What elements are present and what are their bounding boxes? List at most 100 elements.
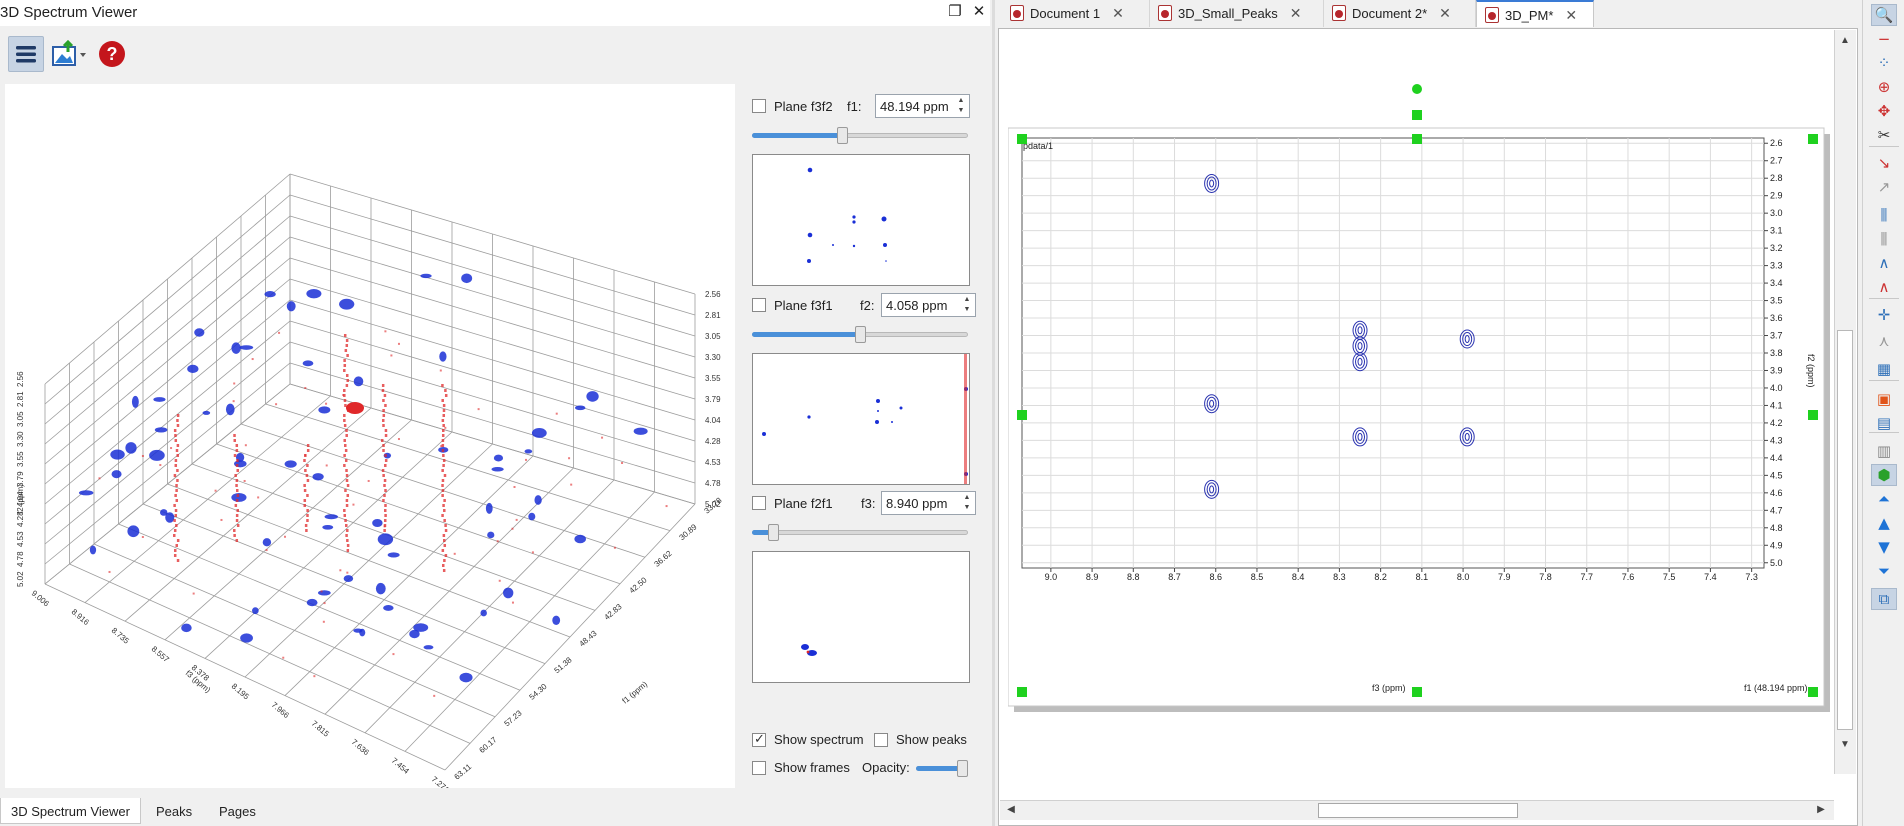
multiplet-tool-button[interactable]: ⫼ bbox=[1871, 204, 1897, 226]
close-tab-icon[interactable]: ✕ bbox=[1290, 6, 1302, 20]
show-peaks-option[interactable]: Show peaks bbox=[874, 732, 967, 747]
show-spectrum-option[interactable]: Show spectrum bbox=[752, 731, 864, 747]
baseline-tool-button[interactable]: ∧ bbox=[1871, 276, 1897, 298]
show-spectrum-checkbox[interactable] bbox=[752, 731, 766, 747]
crosshair-tool-button[interactable]: ✛ bbox=[1871, 304, 1897, 326]
plane-f2f1-checkbox[interactable] bbox=[752, 496, 766, 510]
slider-thumb[interactable] bbox=[957, 760, 968, 777]
peak-3d-streak bbox=[344, 349, 348, 352]
pan-tool-button[interactable]: ✥ bbox=[1871, 100, 1897, 122]
first-plane-tool-button[interactable]: ⏶ bbox=[1871, 488, 1897, 510]
vertical-scrollbar[interactable]: ▲ ▼ bbox=[1834, 30, 1856, 774]
spin-arrows-icon[interactable]: ▲ ▼ bbox=[961, 295, 973, 315]
zoom-in-tool-button[interactable]: 🔍 bbox=[1871, 4, 1897, 26]
peak-3d-streak bbox=[233, 534, 236, 537]
peak-3d-streak bbox=[305, 529, 308, 532]
peak-3d-streak bbox=[235, 479, 239, 482]
y-tick-label: 2.81 bbox=[705, 311, 721, 320]
f2-slider[interactable] bbox=[752, 326, 968, 343]
next-plane-tool-button[interactable]: ▼ bbox=[1871, 536, 1897, 558]
float-icon[interactable]: ❐ bbox=[946, 2, 964, 22]
f2-spinbox[interactable]: 4.058 ppm ▲ ▼ bbox=[881, 293, 976, 317]
fit-tool-button[interactable]: ⊕ bbox=[1871, 76, 1897, 98]
show-frames-checkbox[interactable] bbox=[752, 760, 766, 775]
peak-3d-streak bbox=[343, 399, 347, 402]
doc-tab-document-1[interactable]: Document 1 ✕ bbox=[1002, 0, 1150, 27]
sync-tool-button[interactable]: ⧉ bbox=[1871, 588, 1897, 610]
slider-thumb[interactable] bbox=[768, 524, 779, 541]
y-tick-label: 3.55 bbox=[705, 374, 721, 383]
toolbar-separator bbox=[1869, 380, 1899, 381]
x-tick-label: 7.7 bbox=[1580, 572, 1593, 582]
peak-pick-tool-button[interactable]: ↘ bbox=[1871, 152, 1897, 174]
peak-edit-tool-button[interactable]: ↗ bbox=[1871, 176, 1897, 198]
f3-slider[interactable] bbox=[752, 524, 968, 541]
scroll-down-icon[interactable]: ▼ bbox=[1836, 736, 1854, 754]
projection-tool-button[interactable]: ▤ bbox=[1871, 412, 1897, 434]
tab-3d-spectrum-viewer[interactable]: 3D Spectrum Viewer bbox=[0, 798, 141, 824]
horizontal-scrollbar[interactable]: ◀ ▶ bbox=[1000, 800, 1834, 820]
prev-plane-tool-button[interactable]: ▲ bbox=[1871, 512, 1897, 534]
vertical-scroll-thumb[interactable] bbox=[1837, 330, 1853, 730]
peak-3d-streak bbox=[235, 539, 239, 542]
peak-3d-streak bbox=[173, 504, 176, 507]
peak-3d-dot bbox=[511, 601, 514, 604]
peak-3d-dot bbox=[159, 464, 162, 467]
close-tab-icon[interactable]: ✕ bbox=[1565, 8, 1577, 22]
spin-arrows-icon[interactable]: ▲ ▼ bbox=[955, 96, 967, 116]
last-plane-icon: ⏷ bbox=[1877, 562, 1890, 580]
close-icon[interactable]: ✕ bbox=[970, 2, 988, 22]
contour-tool-button[interactable]: ▣ bbox=[1871, 388, 1897, 410]
close-tab-icon[interactable]: ✕ bbox=[1439, 6, 1451, 20]
3d-plot-canvas[interactable]: 2.56 2.81 3.05 3.30 3.55 3.79 4.04 4.28 4.53 4.78… bbox=[5, 84, 735, 788]
tab-peaks[interactable]: Peaks bbox=[146, 798, 202, 824]
plane-f3f1-checkbox[interactable] bbox=[752, 298, 766, 312]
y-tick-label: 3.2 bbox=[1770, 243, 1783, 253]
export-image-button[interactable] bbox=[48, 36, 90, 72]
help-button[interactable]: ? bbox=[94, 36, 130, 72]
scroll-right-icon[interactable]: ▶ bbox=[1812, 801, 1830, 819]
peak-3d-blob bbox=[423, 645, 434, 650]
horizontal-scroll-thumb[interactable] bbox=[1318, 803, 1518, 818]
peak-3d-streak bbox=[233, 434, 236, 437]
dock-titlebar: 3D Spectrum Viewer ❐ ✕ bbox=[0, 0, 990, 26]
spin-arrows-icon[interactable]: ▲ ▼ bbox=[961, 493, 973, 513]
zoom-out-tool-button[interactable]: − bbox=[1871, 28, 1897, 50]
opacity-slider[interactable] bbox=[916, 760, 968, 777]
close-tab-icon[interactable]: ✕ bbox=[1112, 6, 1124, 20]
doc-tab-document-2[interactable]: Document 2* ✕ bbox=[1324, 0, 1476, 27]
f3-spinbox[interactable]: 8.940 ppm ▲ ▼ bbox=[881, 491, 976, 515]
f1-spinbox[interactable]: 48.194 ppm ▲ ▼ bbox=[875, 94, 970, 118]
dock-splitter[interactable] bbox=[992, 0, 995, 826]
y-tick-label: 4.6 bbox=[1770, 488, 1783, 498]
bottom-tab-bar: 3D Spectrum Viewer Peaks Pages bbox=[0, 798, 990, 826]
menu-button[interactable] bbox=[8, 36, 44, 72]
plane-f3f2-checkbox[interactable] bbox=[752, 99, 766, 113]
zoom-region-icon: ⁘ bbox=[1877, 54, 1891, 72]
peak-3d-streak bbox=[236, 509, 239, 512]
zoom-region-tool-button[interactable]: ⁘ bbox=[1871, 52, 1897, 74]
integrate-tool-button[interactable]: ⫼ bbox=[1871, 228, 1897, 250]
stack-tool-button[interactable]: ▦ bbox=[1871, 358, 1897, 380]
slider-thumb[interactable] bbox=[855, 326, 866, 343]
scroll-up-icon[interactable]: ▲ bbox=[1836, 32, 1854, 50]
peak-3d-streak bbox=[442, 414, 446, 417]
f1-slider[interactable] bbox=[752, 127, 968, 144]
cut-tool-button[interactable]: ✂ bbox=[1871, 124, 1897, 146]
cube-tool-button[interactable]: ⬢ bbox=[1871, 464, 1897, 486]
line-fit-tool-button[interactable]: ∧ bbox=[1871, 252, 1897, 274]
show-peaks-checkbox[interactable] bbox=[874, 732, 888, 747]
2d-spectrum-plot[interactable]: 9.0 8.9 8.8 8.7 8.6 8.5 8.4 8.3 8.2 8.1 8.0 7.9 7.8 7… bbox=[1008, 124, 1830, 714]
phase-tool-button[interactable]: ⋏ bbox=[1871, 330, 1897, 352]
doc-tab-3d-pm[interactable]: 3D_PM* ✕ bbox=[1476, 0, 1594, 27]
peak-3d-streak bbox=[343, 419, 346, 422]
layout-tool-button[interactable]: ▥ bbox=[1871, 440, 1897, 462]
tab-pages[interactable]: Pages bbox=[209, 798, 266, 824]
last-plane-tool-button[interactable]: ⏷ bbox=[1871, 560, 1897, 582]
slider-thumb[interactable] bbox=[837, 127, 848, 144]
x-tick-label: 8.0 bbox=[1457, 572, 1470, 582]
scroll-left-icon[interactable]: ◀ bbox=[1002, 801, 1020, 819]
show-frames-option[interactable]: Show frames bbox=[752, 760, 850, 775]
peak-3d-dot bbox=[555, 412, 558, 415]
doc-tab-3d-small-peaks[interactable]: 3D_Small_Peaks ✕ bbox=[1150, 0, 1324, 27]
